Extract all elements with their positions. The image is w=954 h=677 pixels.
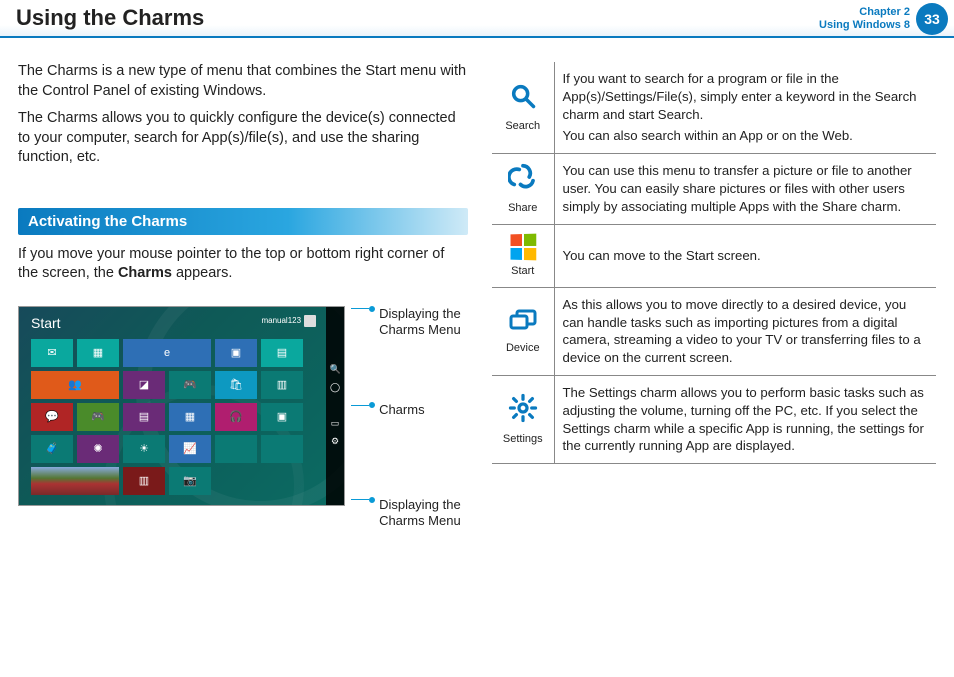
device-label: Device xyxy=(500,341,546,356)
tile-hub: ✺ xyxy=(77,435,119,463)
section-body: If you move your mouse pointer to the to… xyxy=(18,245,468,284)
intro-paragraph-1: The Charms is a new type of menu that co… xyxy=(18,62,468,101)
device-description: As this allows you to move directly to a… xyxy=(554,287,936,375)
tile-weather: ▦ xyxy=(169,403,211,431)
charms-bar-start-icon xyxy=(329,400,341,412)
tile-generic: ▥ xyxy=(261,371,303,399)
charms-bar: 🔍 ◯ ▭ ⚙ xyxy=(326,307,344,505)
gear-icon xyxy=(508,393,538,423)
settings-label: Settings xyxy=(500,432,546,447)
device-icon xyxy=(508,307,538,333)
settings-charm-cell: Settings xyxy=(492,376,554,464)
tile-calendar: ▦ xyxy=(77,339,119,367)
tile-generic: ▤ xyxy=(261,339,303,367)
table-row: Settings The Settings charm allows you t… xyxy=(492,376,936,464)
callout-bottom: Displaying the Charms Menu xyxy=(379,497,468,530)
charms-bar-search-icon: 🔍 xyxy=(329,364,341,376)
table-row: Start You can move to the Start screen. xyxy=(492,224,936,287)
tile-xbox: 🎮 xyxy=(77,403,119,431)
search-label: Search xyxy=(500,119,546,134)
share-description: You can use this menu to transfer a pict… xyxy=(554,154,936,225)
tile-msg: 💬 xyxy=(31,403,73,431)
tile-sun: ☀ xyxy=(123,435,165,463)
start-screen-mock: Start manual123 ✉ ▦ e ▣ ▤ 👥 ◪ 🎮 🛍 ▥ 💬 🎮 … xyxy=(18,306,345,506)
tile-stats: 📈 xyxy=(169,435,211,463)
tile-ie: e xyxy=(123,339,211,367)
settings-description: The Settings charm allows you to perform… xyxy=(554,376,936,464)
charms-bar-device-icon: ▭ xyxy=(329,418,341,430)
start-description: You can move to the Start screen. xyxy=(554,224,936,287)
start-label: Start xyxy=(500,264,546,279)
section-heading-activating: Activating the Charms xyxy=(18,208,468,235)
tile-camera: 📷 xyxy=(169,467,211,495)
windows-logo-icon xyxy=(510,233,536,260)
search-charm-cell: Search xyxy=(492,62,554,154)
tile-generic xyxy=(261,435,303,463)
start-screen-title: Start xyxy=(31,315,61,331)
callouts: Displaying the Charms Menu Charms Displa… xyxy=(351,306,468,529)
tile-chart: ▤ xyxy=(123,403,165,431)
tile-generic: ▣ xyxy=(261,403,303,431)
tile-generic: ▣ xyxy=(215,339,257,367)
tile-generic xyxy=(215,435,257,463)
charms-description-table: Search If you want to search for a progr… xyxy=(492,62,936,464)
callout-top: Displaying the Charms Menu xyxy=(379,306,468,339)
tile-games: 🎮 xyxy=(169,371,211,399)
chapter-indicator: Chapter 2 Using Windows 8 33 xyxy=(819,0,954,38)
page-number-badge: 33 xyxy=(916,3,948,35)
callout-mid: Charms xyxy=(379,402,425,418)
tile-photo xyxy=(31,467,119,495)
tile-store: 🛍 xyxy=(215,371,257,399)
device-charm-cell: Device xyxy=(492,287,554,375)
table-row: Share You can use this menu to transfer … xyxy=(492,154,936,225)
chapter-line-2: Using Windows 8 xyxy=(819,19,910,32)
start-tiles: ✉ ▦ e ▣ ▤ 👥 ◪ 🎮 🛍 ▥ 💬 🎮 ▤ ▦ 🎧 ▣ xyxy=(31,339,303,495)
share-icon xyxy=(508,162,538,192)
start-charm-cell: Start xyxy=(492,224,554,287)
page-header: Using the Charms Chapter 2 Using Windows… xyxy=(0,0,954,38)
charms-bar-share-icon: ◯ xyxy=(329,382,341,394)
charms-bar-settings-icon: ⚙ xyxy=(329,436,341,448)
table-row: Search If you want to search for a progr… xyxy=(492,62,936,154)
tile-reader: ▥ xyxy=(123,467,165,495)
search-description: If you want to search for a program or f… xyxy=(554,62,936,154)
tile-photos: ◪ xyxy=(123,371,165,399)
intro-text: The Charms is a new type of menu that co… xyxy=(18,62,468,168)
intro-paragraph-2: The Charms allows you to quickly configu… xyxy=(18,109,468,168)
page-title: Using the Charms xyxy=(0,5,204,31)
tile-mail: ✉ xyxy=(31,339,73,367)
share-charm-cell: Share xyxy=(492,154,554,225)
chapter-line-1: Chapter 2 xyxy=(819,6,910,19)
share-label: Share xyxy=(500,201,546,216)
search-icon xyxy=(509,82,537,110)
tile-people: 👥 xyxy=(31,371,119,399)
start-screen-user: manual123 xyxy=(261,315,316,327)
tile-music: 🎧 xyxy=(215,403,257,431)
tile-bag: 🧳 xyxy=(31,435,73,463)
table-row: Device As this allows you to move direct… xyxy=(492,287,936,375)
